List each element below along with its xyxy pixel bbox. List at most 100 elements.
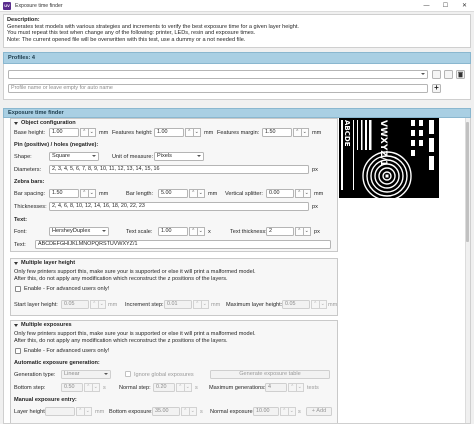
bottom-step-input[interactable]: 0.50 — [61, 383, 83, 392]
start-layer-height-spin[interactable]: ⌃ ⌄ — [90, 300, 106, 309]
bar-length-label: Bar length: — [126, 191, 154, 197]
max-layer-height-label: Maximum layer height: — [226, 302, 283, 308]
text-thickness-spin[interactable]: ⌃ ⌄ — [295, 227, 311, 236]
auto-exposure-label: Automatic exposure generation: — [14, 360, 100, 366]
features-margin-input[interactable]: 1.50 — [262, 128, 292, 137]
font-select[interactable]: HersheyDuplex — [49, 227, 109, 236]
object-config-group: Object configuration Base height: 1.00 ⌃… — [10, 118, 338, 252]
maximize-icon[interactable]: ☐ — [436, 0, 455, 12]
ignore-global-checkbox[interactable] — [125, 371, 131, 377]
info-text: After this, do not apply any modificatio… — [14, 338, 228, 344]
bottom-exposure-spin[interactable]: ⌃ ⌄ — [181, 407, 197, 416]
zebra-label: Zebra bars: — [14, 179, 45, 185]
vsplitter-input[interactable]: 0.00 — [266, 189, 294, 198]
normal-exposure-input[interactable]: 10.00 — [253, 407, 279, 416]
unit-select[interactable]: Pixels — [154, 152, 204, 161]
increment-step-input[interactable]: 0.01 — [164, 300, 192, 309]
enable-layer-height-checkbox[interactable] — [15, 286, 21, 292]
normal-exposure-label: Normal exposure: — [210, 409, 255, 415]
bottom-exposure-label: Bottom exposure: — [109, 409, 153, 415]
multiple-layer-height-title[interactable]: Multiple layer height — [14, 260, 75, 266]
bar-length-spin[interactable]: ⌃ ⌄ — [189, 189, 205, 198]
max-layer-height-input[interactable]: 0.05 — [282, 300, 310, 309]
bottom-exposure-input[interactable]: 35.00 — [152, 407, 180, 416]
multiple-exposures-title[interactable]: Multiple exposures — [14, 322, 72, 328]
features-height-input[interactable]: 1.00 — [154, 128, 184, 137]
base-height-input[interactable]: 1.00 — [49, 128, 79, 137]
close-icon[interactable]: ✕ — [455, 0, 474, 12]
base-height-spin[interactable]: ⌃ ⌄ — [80, 128, 96, 137]
exposure-finder-header[interactable]: Exposure time finder — [3, 108, 471, 118]
features-margin-spin[interactable]: ⌃ ⌄ — [293, 128, 309, 137]
max-generations-spin[interactable]: ⌃ ⌄ — [288, 383, 304, 392]
vsplitter-spin[interactable]: ⌃ ⌄ — [295, 189, 311, 198]
manual-exposure-label: Manual exposure entry: — [14, 397, 77, 403]
minimize-icon[interactable]: — — [417, 0, 436, 12]
enable-exposures-checkbox[interactable] — [15, 348, 21, 354]
generation-type-select[interactable]: Linear — [61, 370, 111, 379]
collapse-caret-icon — [14, 121, 18, 125]
normal-step-label: Normal step: — [119, 385, 151, 391]
features-height-label: Features height: — [112, 130, 153, 136]
description-line: Generates test models with various strat… — [7, 23, 299, 30]
base-height-label: Base height: — [14, 130, 46, 136]
vsplitter-label: Vertical splitter: — [225, 191, 263, 197]
increment-step-spin[interactable]: ⌃ ⌄ — [193, 300, 209, 309]
ignore-global-label: Ignore global exposures — [134, 372, 194, 378]
features-margin-label: Features margin: — [217, 130, 260, 136]
max-generations-label: Maximum generations: — [209, 385, 266, 391]
text-thickness-input[interactable]: 2 — [266, 227, 294, 236]
normal-step-spin[interactable]: ⌃ ⌄ — [176, 383, 192, 392]
object-config-title[interactable]: Object configuration — [14, 120, 76, 126]
scrollbar-thumb[interactable] — [466, 122, 469, 242]
shape-select[interactable]: Square — [49, 152, 99, 161]
text-scale-input[interactable]: 1.00 — [158, 227, 188, 236]
max-generations-input[interactable]: 4 — [265, 383, 287, 392]
unit-label: Unit of measure: — [112, 154, 154, 160]
normal-step-input[interactable]: 0.20 — [153, 383, 175, 392]
diameters-input[interactable]: 2, 3, 4, 5, 6, 7, 8, 9, 10, 11, 12, 13, … — [49, 165, 309, 174]
profiles-panel: Profile name or leave empty for auto nam… — [3, 64, 471, 100]
main-panel: Object configuration Base height: 1.00 ⌃… — [3, 118, 471, 424]
text-value-input[interactable]: ABCDEFGHIJKLMNOPQRSTUVWXYZ/1 — [35, 240, 331, 249]
description-box: Description: Generates test models with … — [3, 14, 471, 48]
bar-spacing-spin[interactable]: ⌃ ⌄ — [80, 189, 96, 198]
app-icon: UV — [3, 1, 11, 10]
text-scale-label: Text scale: — [126, 229, 153, 235]
add-profile-button[interactable]: + — [432, 84, 441, 93]
profiles-header[interactable]: Profiles: 4 — [3, 52, 471, 64]
increment-step-label: Increment step: — [125, 302, 164, 308]
description-line: You must repeat this test when change an… — [7, 30, 256, 37]
layer-height-input[interactable] — [45, 407, 75, 416]
max-layer-height-spin[interactable]: ⌃ ⌄ — [311, 300, 327, 309]
bar-length-input[interactable]: 5.00 — [158, 189, 188, 198]
pin-label: Pin (positive) / holes (negative): — [14, 142, 99, 148]
features-height-spin[interactable]: ⌃ ⌄ — [185, 128, 201, 137]
layer-height-spin[interactable]: ⌃ ⌄ — [76, 407, 92, 416]
load-profile-icon[interactable] — [432, 70, 441, 79]
text-value-label: Text: — [14, 242, 26, 248]
profile-name-input[interactable]: Profile name or leave empty for auto nam… — [8, 84, 428, 93]
add-exposure-button[interactable]: + Add — [306, 407, 332, 416]
start-layer-height-input[interactable]: 0.05 — [61, 300, 89, 309]
enable-label: Enable - For advanced users only! — [24, 286, 110, 292]
bar-spacing-input[interactable]: 1.50 — [49, 189, 79, 198]
enable-label: Enable - For advanced users only! — [24, 348, 110, 354]
thicknesses-input[interactable]: 2, 4, 6, 8, 10, 12, 14, 16, 18, 20, 22, … — [49, 202, 309, 211]
main-scrollbar[interactable] — [465, 118, 470, 423]
bottom-step-spin[interactable]: ⌃ ⌄ — [84, 383, 100, 392]
normal-exposure-spin[interactable]: ⌃ ⌄ — [280, 407, 296, 416]
thicknesses-label: Thicknesses: — [14, 204, 47, 210]
collapse-caret-icon — [14, 323, 18, 327]
copy-profile-icon[interactable] — [444, 70, 453, 79]
text-scale-spin[interactable]: ⌃ ⌄ — [189, 227, 205, 236]
profile-select[interactable] — [8, 70, 428, 79]
multiple-exposures-group: Multiple exposures Only few printers sup… — [10, 320, 338, 423]
bottom-step-label: Bottom step: — [14, 385, 46, 391]
layer-height-label: Layer height: — [14, 409, 47, 415]
preview-text-2: ABCDE — [343, 120, 351, 147]
description-line: Note: The current opened file will be ov… — [7, 36, 246, 43]
title-bar: UV Exposure time finder — ☐ ✕ — [0, 0, 474, 12]
generate-exposure-table-button[interactable]: Generate exposure table — [210, 370, 330, 379]
delete-profile-icon[interactable] — [456, 70, 465, 79]
